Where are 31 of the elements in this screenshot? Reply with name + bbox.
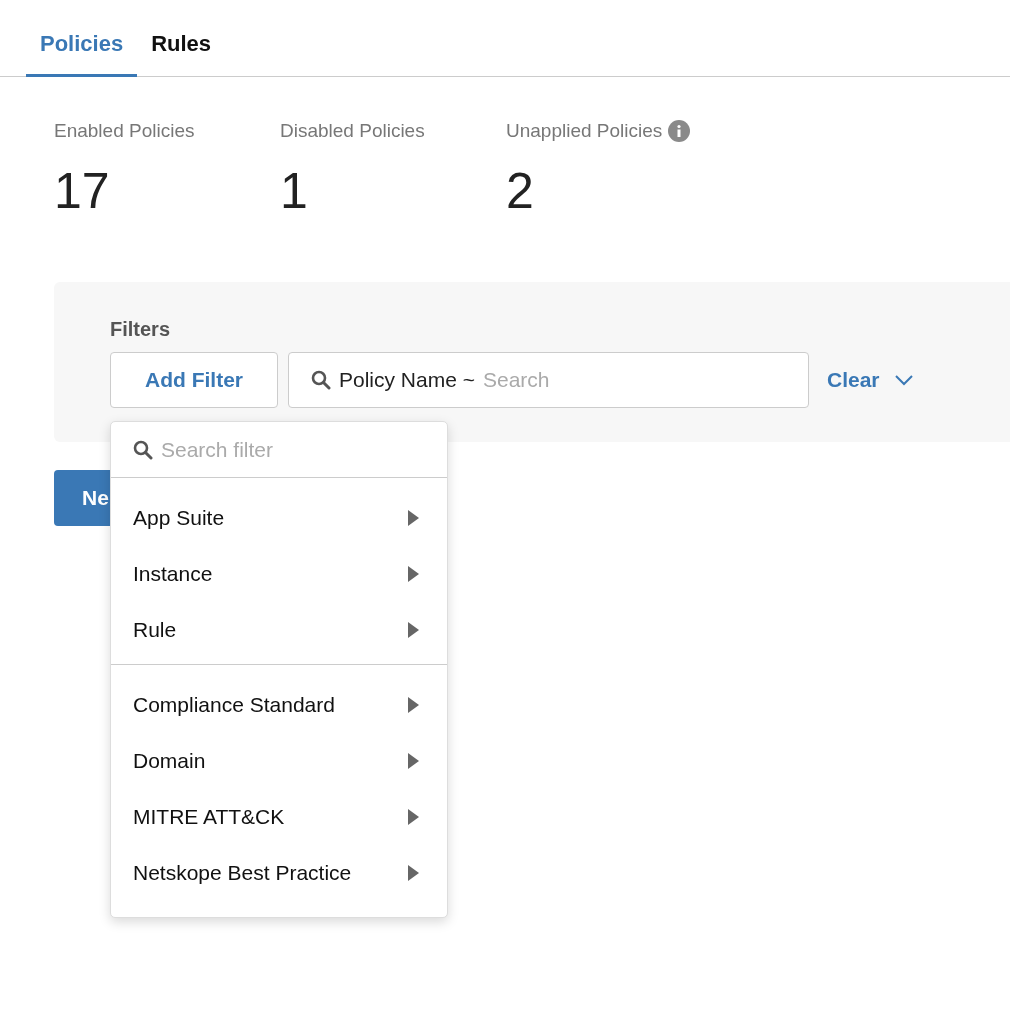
search-icon — [133, 439, 153, 460]
tab[interactable]: Policies — [26, 27, 138, 77]
stat-value: 2 — [506, 165, 534, 216]
clear-button[interactable]: Clear — [823, 363, 884, 396]
menu-item[interactable]: Compliance Standard — [111, 677, 447, 733]
stat-label: Enabled Policies — [54, 119, 195, 143]
field-label: Policy Name ~ — [339, 366, 475, 393]
menu-item[interactable]: Domain — [111, 733, 447, 789]
menu-item[interactable]: App Suite — [111, 490, 447, 546]
caret-right-icon — [408, 697, 419, 713]
tab[interactable]: Rules — [137, 27, 226, 77]
menu-item[interactable]: Netskope Best Practice — [111, 845, 447, 901]
stat-value: 1 — [280, 165, 308, 216]
menu-item[interactable]: Rule — [111, 602, 447, 658]
info-icon[interactable] — [668, 120, 691, 143]
caret-right-icon — [408, 566, 419, 582]
new-policy-button[interactable]: Ne — [54, 469, 110, 526]
stat-value: 17 — [54, 165, 110, 216]
caret-right-icon — [408, 865, 419, 881]
caret-right-icon — [408, 809, 419, 825]
filters-title: Filters — [110, 316, 171, 342]
menu-item[interactable]: Instance — [111, 546, 447, 602]
caret-right-icon — [408, 753, 419, 769]
add-filter-button[interactable]: Add Filter — [110, 351, 278, 408]
caret-right-icon — [408, 510, 419, 526]
search-icon — [311, 369, 331, 390]
menu-item[interactable]: MITRE ATT&CK — [111, 789, 447, 845]
stat-label: Disabled Policies — [280, 119, 425, 143]
caret-right-icon — [408, 622, 419, 638]
chevron-down-icon[interactable] — [893, 373, 914, 386]
stat-label: Unapplied Policies — [506, 119, 663, 143]
